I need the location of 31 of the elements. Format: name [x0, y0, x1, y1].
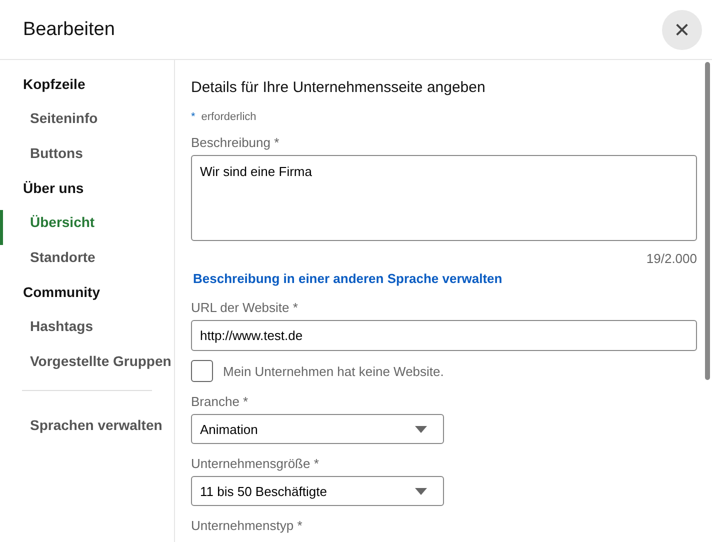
caret-icon [415, 488, 427, 494]
sidebar-item[interactable]: Vorgestellte Gruppen [0, 349, 174, 384]
field-label: Beschreibung * [191, 135, 280, 150]
description-field[interactable]: Wir sind eine Firma [191, 155, 697, 241]
sidebar-item[interactable]: Standorte [0, 245, 174, 280]
character-counter: 19/2.000 [645, 251, 697, 266]
field-label: URL der Website * [191, 300, 299, 315]
checkbox-label: Mein Unternehmen hat keine Website. [223, 364, 444, 378]
scrollbar[interactable] [705, 62, 710, 380]
sidebar-item[interactable]: Übersicht [0, 210, 174, 245]
required-mark: * [191, 111, 196, 123]
dropdown[interactable]: 11 bis 50 Beschäftigte [191, 476, 444, 506]
language-link[interactable]: Beschreibung in einer anderen Sprache verwalten [193, 271, 502, 286]
dialog-title: Bearbeiten [23, 18, 115, 40]
field-label: Unternehmensgröße * [191, 456, 320, 471]
sidebar-item[interactable]: Hashtags [0, 314, 174, 349]
checkbox[interactable] [191, 360, 213, 382]
sidebar-item[interactable]: Seiteninfo [0, 106, 174, 141]
caret-icon [415, 426, 427, 432]
sidebar-item[interactable]: Buttons [0, 141, 174, 176]
sidebar-heading: Community [22, 283, 101, 302]
sidebar-item[interactable]: Sprachen verwalten [0, 413, 174, 448]
field-label: Unternehmenstyp * [191, 518, 304, 533]
form-title: Details für Ihre Unternehmensseite angeben [191, 79, 486, 96]
field-label: Branche * [191, 394, 250, 409]
required-note: erforderlich [201, 111, 256, 123]
sidebar-heading: Kopfzeile [22, 75, 86, 94]
close-button[interactable]: ✕ [662, 10, 702, 50]
url-field[interactable]: http://www.test.de [191, 320, 697, 351]
sidebar-heading: Über uns [22, 179, 85, 198]
dropdown[interactable]: Animation [191, 414, 444, 444]
